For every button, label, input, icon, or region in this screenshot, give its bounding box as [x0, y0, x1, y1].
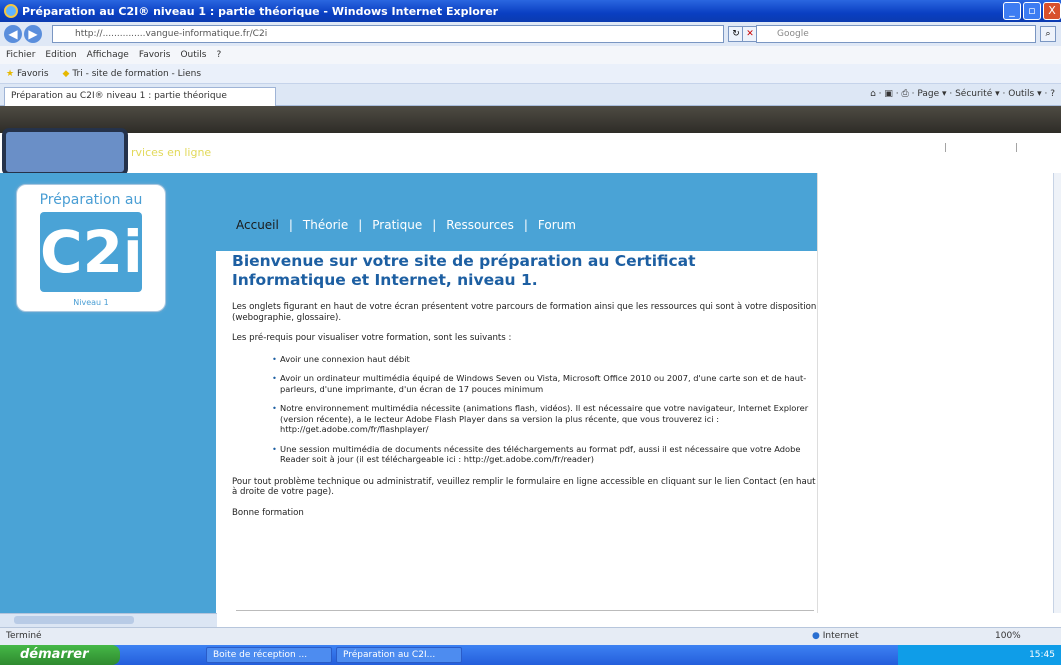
help-icon[interactable]: ? [1050, 89, 1055, 99]
home-icon[interactable]: ⌂ [870, 89, 876, 99]
page-title: Bienvenue sur votre site de préparation … [232, 252, 696, 289]
security-menu[interactable]: Sécurité ▾ [955, 89, 1000, 99]
nav-separator: | [432, 218, 437, 232]
maximize-button[interactable]: ▫ [1023, 2, 1041, 20]
nav-separator: | [288, 218, 293, 232]
dashboard-link[interactable]: Tableau de bord [866, 143, 938, 153]
forward-icon[interactable]: ▶ [24, 25, 42, 43]
menu-help[interactable]: ? [216, 50, 221, 60]
nav-separator: | [358, 218, 363, 232]
nav-theorie[interactable]: Théorie [303, 218, 348, 232]
list-item: Notre environnement multimédia nécessite… [272, 403, 818, 435]
start-button[interactable]: démarrer [0, 645, 120, 665]
favorite-icon: ◆ [62, 68, 70, 79]
c2i-logo-mark: C2i [40, 212, 143, 292]
address-input[interactable]: http://...............vangue-informatiqu… [52, 25, 724, 43]
feeds-icon[interactable]: ▣ [884, 89, 893, 99]
intro-text: Les onglets figurant en haut de votre éc… [232, 302, 817, 323]
separator: | [944, 143, 948, 153]
right-pane [817, 173, 1053, 613]
menu-fichier[interactable]: Fichier [6, 50, 35, 60]
nav-accueil[interactable]: Accueil [236, 218, 279, 232]
menu-bar: Fichier Edition Affichage Favoris Outils… [0, 46, 1061, 64]
account-link[interactable]: Mon compte [953, 143, 1009, 153]
page-menu[interactable]: Page ▾ [917, 89, 946, 99]
clock[interactable]: 15:45 [1029, 650, 1055, 660]
browser-tab[interactable]: Préparation au C2I® niveau 1 : partie th… [4, 87, 276, 106]
menu-outils[interactable]: Outils [180, 50, 206, 60]
taskbar-item-ie[interactable]: Préparation au C2I... [336, 647, 462, 663]
search-icon[interactable]: ⌕ [1040, 26, 1056, 42]
c2i-logo-level: Niveau 1 [73, 298, 109, 307]
nav-ressources[interactable]: Ressources [446, 218, 514, 232]
system-tray: 15:45 [898, 645, 1061, 665]
scrollbar-thumb[interactable] [14, 616, 134, 624]
globe-icon: ● [812, 631, 820, 641]
tab-toolbar-row: Préparation au C2I® niveau 1 : partie th… [0, 84, 1061, 106]
nav-separator: | [523, 218, 528, 232]
status-text: Terminé [6, 631, 42, 641]
prereq-list: Avoir une connexion haut débit Avoir un … [272, 354, 818, 465]
minimize-button[interactable]: _ [1003, 2, 1021, 20]
prereq-title: Les pré-requis pour visualiser votre for… [232, 333, 512, 343]
zone-label: ● Internet [812, 631, 859, 641]
address-row: ◀ ▶ http://...............vangue-informa… [0, 22, 1061, 46]
site-header [0, 106, 1061, 133]
favorites-button[interactable]: ★ Favoris [6, 69, 49, 79]
search-input[interactable]: Google [756, 25, 1036, 43]
zoom-control[interactable]: 100% [995, 631, 1021, 641]
back-icon[interactable]: ◀ [4, 25, 22, 43]
window-title: Préparation au C2I® niveau 1 : partie th… [22, 4, 499, 18]
close-button[interactable]: X [1043, 2, 1061, 20]
site-logo-placeholder[interactable] [2, 128, 128, 176]
window-title-bar[interactable]: Préparation au C2I® niveau 1 : partie th… [0, 0, 1061, 22]
closing-text: Bonne formation [232, 507, 304, 518]
main-nav: Accueil | Théorie | Pratique | Ressource… [236, 218, 576, 232]
list-item: Avoir un ordinateur multimédia équipé de… [272, 373, 818, 394]
list-item: Une session multimédia de documents néce… [272, 444, 818, 465]
main-content: Bienvenue sur votre site de préparation … [232, 252, 818, 528]
ie-icon [4, 4, 18, 18]
c2i-logo-title: Préparation au [39, 192, 143, 208]
taskbar-item-mail[interactable]: Boite de réception ... [206, 647, 332, 663]
tools-menu[interactable]: Outils ▾ [1008, 89, 1041, 99]
content-divider [236, 610, 814, 611]
vertical-scrollbar[interactable] [1053, 173, 1061, 613]
header-services-link[interactable]: rvices en ligne [131, 146, 211, 159]
menu-edition[interactable]: Edition [45, 50, 76, 60]
menu-favoris[interactable]: Favoris [139, 50, 171, 60]
command-bar: ⌂ · ▣ · ⎙ · Page ▾ · Sécurité ▾ · Outils… [870, 89, 1055, 99]
star-icon: ★ [6, 68, 15, 79]
top-links: Tableau de bord | Mon compte | Contact [866, 143, 1059, 153]
nav-band [216, 173, 817, 251]
print-icon[interactable]: ⎙ [902, 89, 909, 99]
nav-forum[interactable]: Forum [538, 218, 576, 232]
favorites-bar: ★ Favoris ◆ Tri - site de formation - Li… [0, 64, 1061, 84]
nav-pratique[interactable]: Pratique [372, 218, 422, 232]
favorite-link[interactable]: ◆ Tri - site de formation - Liens [63, 69, 202, 79]
status-bar: Terminé ● Internet 100% [0, 627, 1061, 645]
contact-link[interactable]: Contact [1024, 143, 1059, 153]
separator: | [1014, 143, 1018, 153]
list-item: Avoir une connexion haut débit [272, 354, 818, 365]
menu-affichage[interactable]: Affichage [87, 50, 129, 60]
support-text: Pour tout problème technique ou administ… [232, 476, 816, 498]
